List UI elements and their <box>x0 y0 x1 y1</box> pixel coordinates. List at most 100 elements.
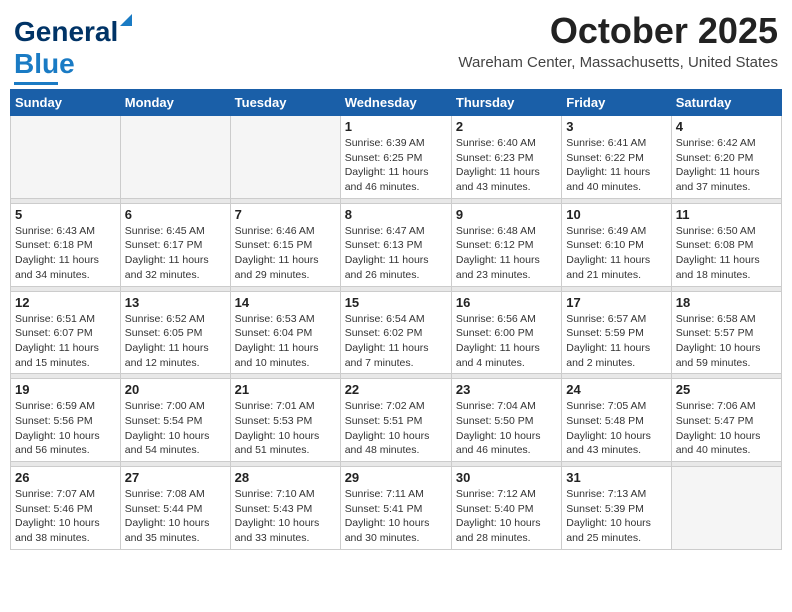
table-row: 15Sunrise: 6:54 AMSunset: 6:02 PMDayligh… <box>340 291 451 374</box>
day-number: 11 <box>676 207 777 222</box>
day-number: 3 <box>566 119 666 134</box>
table-row: 18 Sunrise: 6:58 AMSunset: 5:57 PMDayligh… <box>671 291 781 374</box>
day-number: 27 <box>125 470 226 485</box>
day-info: Sunrise: 6:57 AMSunset: 5:59 PMDaylight:… <box>566 312 666 371</box>
day-number: 16 <box>456 295 557 310</box>
day-info: Sunrise: 7:00 AMSunset: 5:54 PMDaylight:… <box>125 399 226 458</box>
calendar-week-row: 5Sunrise: 6:43 AMSunset: 6:18 PMDaylight… <box>11 203 782 286</box>
table-row: 8Sunrise: 6:47 AMSunset: 6:13 PMDaylight… <box>340 203 451 286</box>
table-row: 20 Sunrise: 7:00 AMSunset: 5:54 PMDayligh… <box>120 379 230 462</box>
day-number: 31 <box>566 470 666 485</box>
col-sunday: Sunday <box>11 90 121 116</box>
day-number: 23 <box>456 382 557 397</box>
day-number: 1 <box>345 119 447 134</box>
calendar-week-row: 19 Sunrise: 6:59 AMSunset: 5:56 PMDayligh… <box>11 379 782 462</box>
day-number: 29 <box>345 470 447 485</box>
table-row: 31 Sunrise: 7:13 AMSunset: 5:39 PMDayligh… <box>562 467 671 550</box>
table-row: 11 Sunrise: 6:50 AMSunset: 6:08 PMDayligh… <box>671 203 781 286</box>
day-info: Sunrise: 6:56 AMSunset: 6:00 PMDaylight:… <box>456 312 557 371</box>
day-info: Sunrise: 6:46 AMSunset: 6:15 PMDaylight:… <box>235 224 336 283</box>
day-number: 13 <box>125 295 226 310</box>
day-number: 7 <box>235 207 336 222</box>
location-subtitle: Wareham Center, Massachusetts, United St… <box>458 54 778 71</box>
calendar-header-row: Sunday Monday Tuesday Wednesday Thursday… <box>11 90 782 116</box>
day-number: 26 <box>15 470 116 485</box>
day-number: 17 <box>566 295 666 310</box>
table-row: 22Sunrise: 7:02 AMSunset: 5:51 PMDayligh… <box>340 379 451 462</box>
day-info: Sunrise: 7:05 AMSunset: 5:48 PMDaylight:… <box>566 399 666 458</box>
day-info: Sunrise: 6:59 AMSunset: 5:56 PMDaylight:… <box>15 399 116 458</box>
day-info: Sunrise: 6:58 AMSunset: 5:57 PMDaylight:… <box>676 312 777 371</box>
col-tuesday: Tuesday <box>230 90 340 116</box>
day-info: Sunrise: 6:48 AMSunset: 6:12 PMDaylight:… <box>456 224 557 283</box>
day-info: Sunrise: 7:02 AMSunset: 5:51 PMDaylight:… <box>345 399 447 458</box>
day-info: Sunrise: 7:13 AMSunset: 5:39 PMDaylight:… <box>566 487 666 546</box>
table-row: 2 Sunrise: 6:40 AMSunset: 6:23 PMDaylight… <box>451 116 561 199</box>
day-number: 18 <box>676 295 777 310</box>
day-number: 5 <box>15 207 116 222</box>
table-row: 7 Sunrise: 6:46 AMSunset: 6:15 PMDaylight… <box>230 203 340 286</box>
table-row: 24 Sunrise: 7:05 AMSunset: 5:48 PMDayligh… <box>562 379 671 462</box>
table-row <box>120 116 230 199</box>
table-row: 26Sunrise: 7:07 AMSunset: 5:46 PMDayligh… <box>11 467 121 550</box>
table-row: 28Sunrise: 7:10 AMSunset: 5:43 PMDayligh… <box>230 467 340 550</box>
table-row: 10 Sunrise: 6:49 AMSunset: 6:10 PMDayligh… <box>562 203 671 286</box>
day-number: 2 <box>456 119 557 134</box>
day-number: 24 <box>566 382 666 397</box>
logo: General Blue <box>14 16 118 85</box>
day-number: 12 <box>15 295 116 310</box>
day-info: Sunrise: 7:06 AMSunset: 5:47 PMDaylight:… <box>676 399 777 458</box>
table-row: 3Sunrise: 6:41 AMSunset: 6:22 PMDaylight… <box>562 116 671 199</box>
day-number: 10 <box>566 207 666 222</box>
day-number: 25 <box>676 382 777 397</box>
day-info: Sunrise: 7:12 AMSunset: 5:40 PMDaylight:… <box>456 487 557 546</box>
day-number: 8 <box>345 207 447 222</box>
logo-general-text: General <box>14 16 118 47</box>
table-row: 9Sunrise: 6:48 AMSunset: 6:12 PMDaylight… <box>451 203 561 286</box>
day-number: 30 <box>456 470 557 485</box>
calendar-week-row: 1 Sunrise: 6:39 AMSunset: 6:25 PMDaylight… <box>11 116 782 199</box>
table-row: 25 Sunrise: 7:06 AMSunset: 5:47 PMDayligh… <box>671 379 781 462</box>
day-info: Sunrise: 6:42 AMSunset: 6:20 PMDaylight:… <box>676 136 777 195</box>
col-thursday: Thursday <box>451 90 561 116</box>
calendar-table: Sunday Monday Tuesday Wednesday Thursday… <box>10 89 782 550</box>
table-row <box>230 116 340 199</box>
logo-underline <box>14 82 58 85</box>
day-info: Sunrise: 6:39 AMSunset: 6:25 PMDaylight:… <box>345 136 447 195</box>
day-number: 20 <box>125 382 226 397</box>
col-saturday: Saturday <box>671 90 781 116</box>
day-info: Sunrise: 6:50 AMSunset: 6:08 PMDaylight:… <box>676 224 777 283</box>
day-info: Sunrise: 7:04 AMSunset: 5:50 PMDaylight:… <box>456 399 557 458</box>
day-number: 4 <box>676 119 777 134</box>
table-row: 1 Sunrise: 6:39 AMSunset: 6:25 PMDaylight… <box>340 116 451 199</box>
day-number: 14 <box>235 295 336 310</box>
logo-blue-text: Blue <box>14 48 75 80</box>
day-info: Sunrise: 6:49 AMSunset: 6:10 PMDaylight:… <box>566 224 666 283</box>
day-info: Sunrise: 7:10 AMSunset: 5:43 PMDaylight:… <box>235 487 336 546</box>
table-row: 6Sunrise: 6:45 AMSunset: 6:17 PMDaylight… <box>120 203 230 286</box>
month-title: October 2025 <box>458 10 778 52</box>
day-info: Sunrise: 7:01 AMSunset: 5:53 PMDaylight:… <box>235 399 336 458</box>
day-info: Sunrise: 7:11 AMSunset: 5:41 PMDaylight:… <box>345 487 447 546</box>
table-row: 5Sunrise: 6:43 AMSunset: 6:18 PMDaylight… <box>11 203 121 286</box>
table-row <box>11 116 121 199</box>
col-wednesday: Wednesday <box>340 90 451 116</box>
table-row: 23 Sunrise: 7:04 AMSunset: 5:50 PMDayligh… <box>451 379 561 462</box>
day-info: Sunrise: 6:51 AMSunset: 6:07 PMDaylight:… <box>15 312 116 371</box>
day-info: Sunrise: 6:53 AMSunset: 6:04 PMDaylight:… <box>235 312 336 371</box>
table-row: 17 Sunrise: 6:57 AMSunset: 5:59 PMDayligh… <box>562 291 671 374</box>
page-header: General Blue October 2025 Wareham Center… <box>10 10 782 85</box>
day-number: 21 <box>235 382 336 397</box>
day-info: Sunrise: 6:40 AMSunset: 6:23 PMDaylight:… <box>456 136 557 195</box>
table-row: 12 Sunrise: 6:51 AMSunset: 6:07 PMDayligh… <box>11 291 121 374</box>
day-number: 19 <box>15 382 116 397</box>
day-info: Sunrise: 6:52 AMSunset: 6:05 PMDaylight:… <box>125 312 226 371</box>
day-info: Sunrise: 7:08 AMSunset: 5:44 PMDaylight:… <box>125 487 226 546</box>
logo-triangle-icon <box>120 14 132 26</box>
table-row: 21 Sunrise: 7:01 AMSunset: 5:53 PMDayligh… <box>230 379 340 462</box>
day-info: Sunrise: 6:54 AMSunset: 6:02 PMDaylight:… <box>345 312 447 371</box>
table-row: 16 Sunrise: 6:56 AMSunset: 6:00 PMDayligh… <box>451 291 561 374</box>
table-row <box>671 467 781 550</box>
table-row: 29 Sunrise: 7:11 AMSunset: 5:41 PMDayligh… <box>340 467 451 550</box>
day-info: Sunrise: 6:45 AMSunset: 6:17 PMDaylight:… <box>125 224 226 283</box>
